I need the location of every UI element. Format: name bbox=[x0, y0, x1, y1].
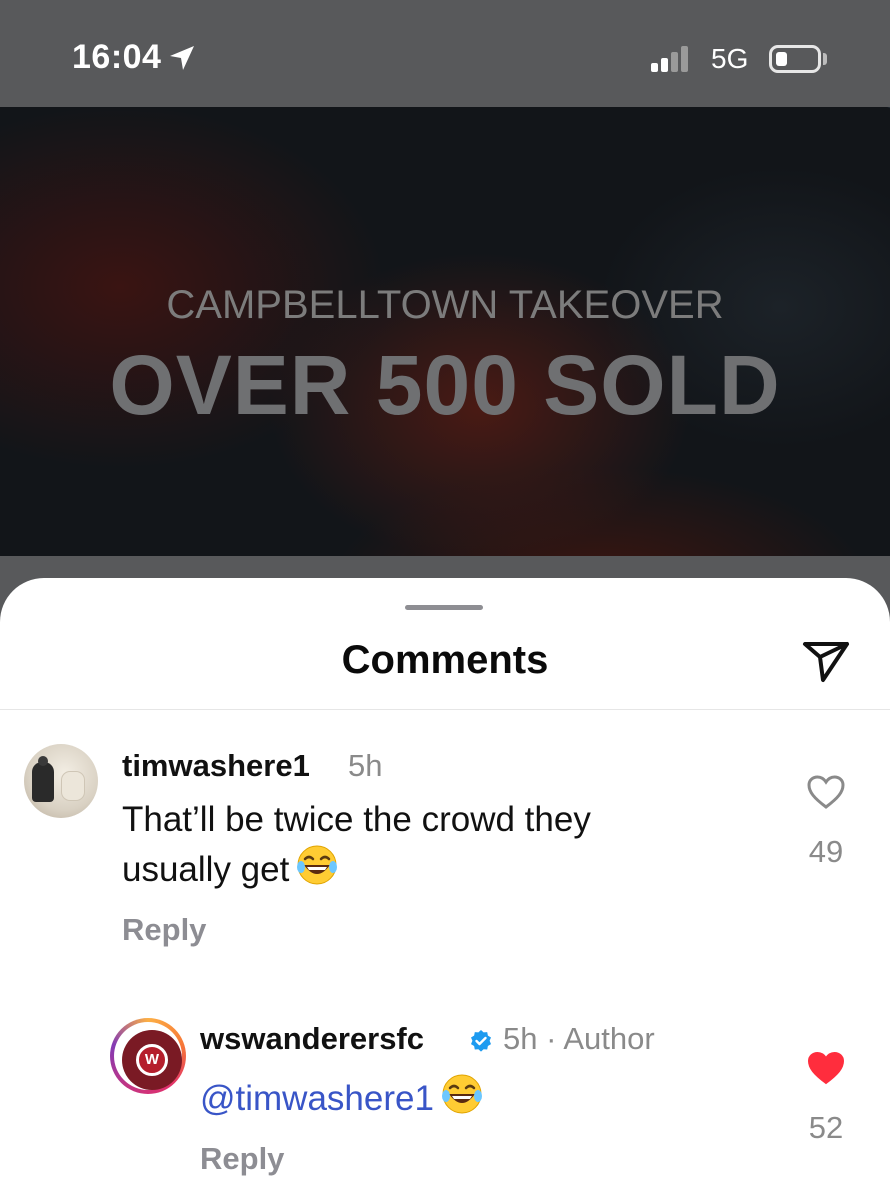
comment-time: 5h bbox=[348, 748, 383, 783]
comments-sheet: Comments timwashere1 5h That’ll be twice… bbox=[0, 578, 890, 1200]
comment-text: That’ll be twice the crowd they usually … bbox=[122, 796, 591, 893]
laughing-emoji bbox=[297, 845, 338, 885]
verified-icon bbox=[471, 1030, 491, 1052]
heart-icon[interactable] bbox=[806, 1050, 846, 1086]
battery-tip bbox=[823, 53, 827, 65]
location-arrow-icon bbox=[170, 45, 195, 70]
comment-text-line2-wrap: usually get bbox=[122, 843, 591, 893]
reply-button[interactable]: Reply bbox=[122, 912, 206, 948]
comment-time: 5h · Author bbox=[503, 1021, 655, 1056]
avatar: W bbox=[122, 1030, 182, 1090]
sheet-title: Comments bbox=[341, 638, 549, 682]
signal-icon bbox=[651, 46, 688, 72]
comment-text-line: usually get bbox=[122, 850, 290, 889]
post-title: OVER 500 SOLD bbox=[109, 338, 781, 432]
club-crest-icon: W bbox=[136, 1044, 168, 1076]
comment-text-line: That’ll be twice the crowd they bbox=[122, 800, 591, 839]
status-time: 16:04 bbox=[72, 38, 162, 76]
network-type: 5G bbox=[711, 43, 749, 74]
status-bar: 16:04 5G bbox=[0, 0, 890, 107]
comment-username[interactable]: timwashere1 bbox=[122, 748, 310, 784]
comment-text: @timwashere1 bbox=[200, 1072, 484, 1122]
like-count: 52 bbox=[808, 1110, 844, 1145]
sheet-divider bbox=[0, 709, 890, 710]
heart-icon[interactable] bbox=[806, 774, 846, 810]
avatar-story-ring[interactable]: W bbox=[110, 1018, 186, 1094]
laughing-emoji bbox=[441, 1074, 482, 1114]
sheet-grabber[interactable] bbox=[405, 605, 483, 610]
share-icon[interactable] bbox=[800, 636, 852, 686]
mention-link[interactable]: @timwashere1 bbox=[200, 1079, 434, 1118]
like-count: 49 bbox=[808, 834, 844, 869]
battery-icon bbox=[769, 45, 821, 73]
status-time-group: 16:04 bbox=[72, 38, 197, 77]
comment-username[interactable]: wswanderersfc bbox=[200, 1021, 424, 1057]
post-subtitle: CAMPBELLTOWN TAKEOVER bbox=[166, 283, 724, 327]
reply-button[interactable]: Reply bbox=[200, 1141, 284, 1177]
avatar[interactable] bbox=[24, 744, 98, 818]
post-image[interactable]: CAMPBELLTOWN TAKEOVER OVER 500 SOLD bbox=[0, 107, 890, 556]
